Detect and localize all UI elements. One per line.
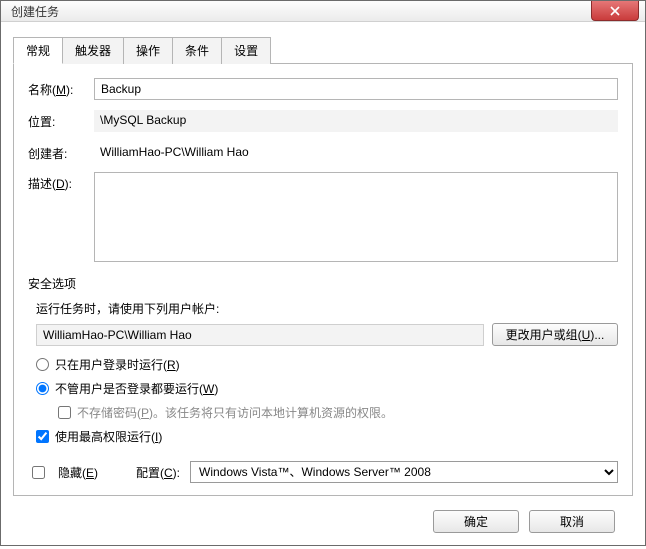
dialog-footer: 确定 取消 (13, 496, 633, 549)
close-button[interactable] (591, 1, 639, 21)
author-value: WilliamHao-PC\William Hao (94, 142, 618, 162)
security-prompt: 运行任务时，请使用下列用户帐户: (36, 300, 618, 317)
no-store-password-row: 不存储密码(P)。该任务将只有访问本地计算机资源的权限。 (58, 404, 618, 421)
radio-logged-on-row: 只在用户登录时运行(R) (36, 356, 618, 373)
change-user-button[interactable]: 更改用户或组(U)... (492, 323, 618, 346)
highest-privileges-row: 使用最高权限运行(I) (36, 428, 618, 445)
name-input[interactable] (94, 78, 618, 100)
no-store-password-checkbox[interactable] (58, 406, 71, 419)
description-input[interactable] (94, 172, 618, 262)
highest-privileges-checkbox[interactable] (36, 430, 49, 443)
name-label: 名称(M): (28, 78, 94, 98)
radio-logged-on[interactable] (36, 358, 49, 371)
author-label: 创建者: (28, 142, 94, 162)
security-section-title: 安全选项 (28, 275, 618, 292)
description-label: 描述(D): (28, 172, 94, 192)
account-row: WilliamHao-PC\William Hao 更改用户或组(U)... (36, 323, 618, 346)
radio-run-whether-logged[interactable] (36, 382, 49, 395)
config-row: 隐藏(E) 配置(C): Windows Vista™、Windows Serv… (28, 461, 618, 483)
hidden-label[interactable]: 隐藏(E) (58, 464, 114, 481)
configure-for-label: 配置(C): (124, 464, 180, 481)
location-label: 位置: (28, 110, 94, 130)
no-store-password-label[interactable]: 不存储密码(P)。该任务将只有访问本地计算机资源的权限。 (77, 404, 393, 421)
radio-any-row: 不管用户是否登录都要运行(W) (36, 380, 618, 397)
tab-conditions[interactable]: 条件 (172, 37, 222, 64)
radio-run-whether-logged-label[interactable]: 不管用户是否登录都要运行(W) (55, 380, 218, 397)
location-value: \MySQL Backup (94, 110, 618, 132)
dialog-content: 常规 触发器 操作 条件 设置 名称(M): 位置: \MySQL Backup… (1, 22, 645, 549)
window-title: 创建任务 (11, 3, 591, 20)
tab-general[interactable]: 常规 (13, 37, 63, 64)
tab-settings[interactable]: 设置 (221, 37, 271, 64)
ok-button[interactable]: 确定 (433, 510, 519, 533)
tab-triggers[interactable]: 触发器 (62, 37, 124, 64)
row-description: 描述(D): (28, 172, 618, 265)
titlebar: 创建任务 (1, 1, 645, 22)
tabpanel-general: 名称(M): 位置: \MySQL Backup 创建者: WilliamHao… (13, 63, 633, 496)
row-author: 创建者: WilliamHao-PC\William Hao (28, 142, 618, 162)
configure-for-select[interactable]: Windows Vista™、Windows Server™ 2008 (190, 461, 618, 483)
hidden-checkbox[interactable] (32, 466, 45, 479)
close-icon (610, 6, 620, 16)
highest-privileges-label[interactable]: 使用最高权限运行(I) (55, 428, 162, 445)
radio-logged-on-label[interactable]: 只在用户登录时运行(R) (55, 356, 180, 373)
cancel-button[interactable]: 取消 (529, 510, 615, 533)
tabstrip: 常规 触发器 操作 条件 设置 (13, 36, 633, 63)
account-display: WilliamHao-PC\William Hao (36, 324, 484, 346)
row-location: 位置: \MySQL Backup (28, 110, 618, 132)
tab-actions[interactable]: 操作 (123, 37, 173, 64)
row-name: 名称(M): (28, 78, 618, 100)
